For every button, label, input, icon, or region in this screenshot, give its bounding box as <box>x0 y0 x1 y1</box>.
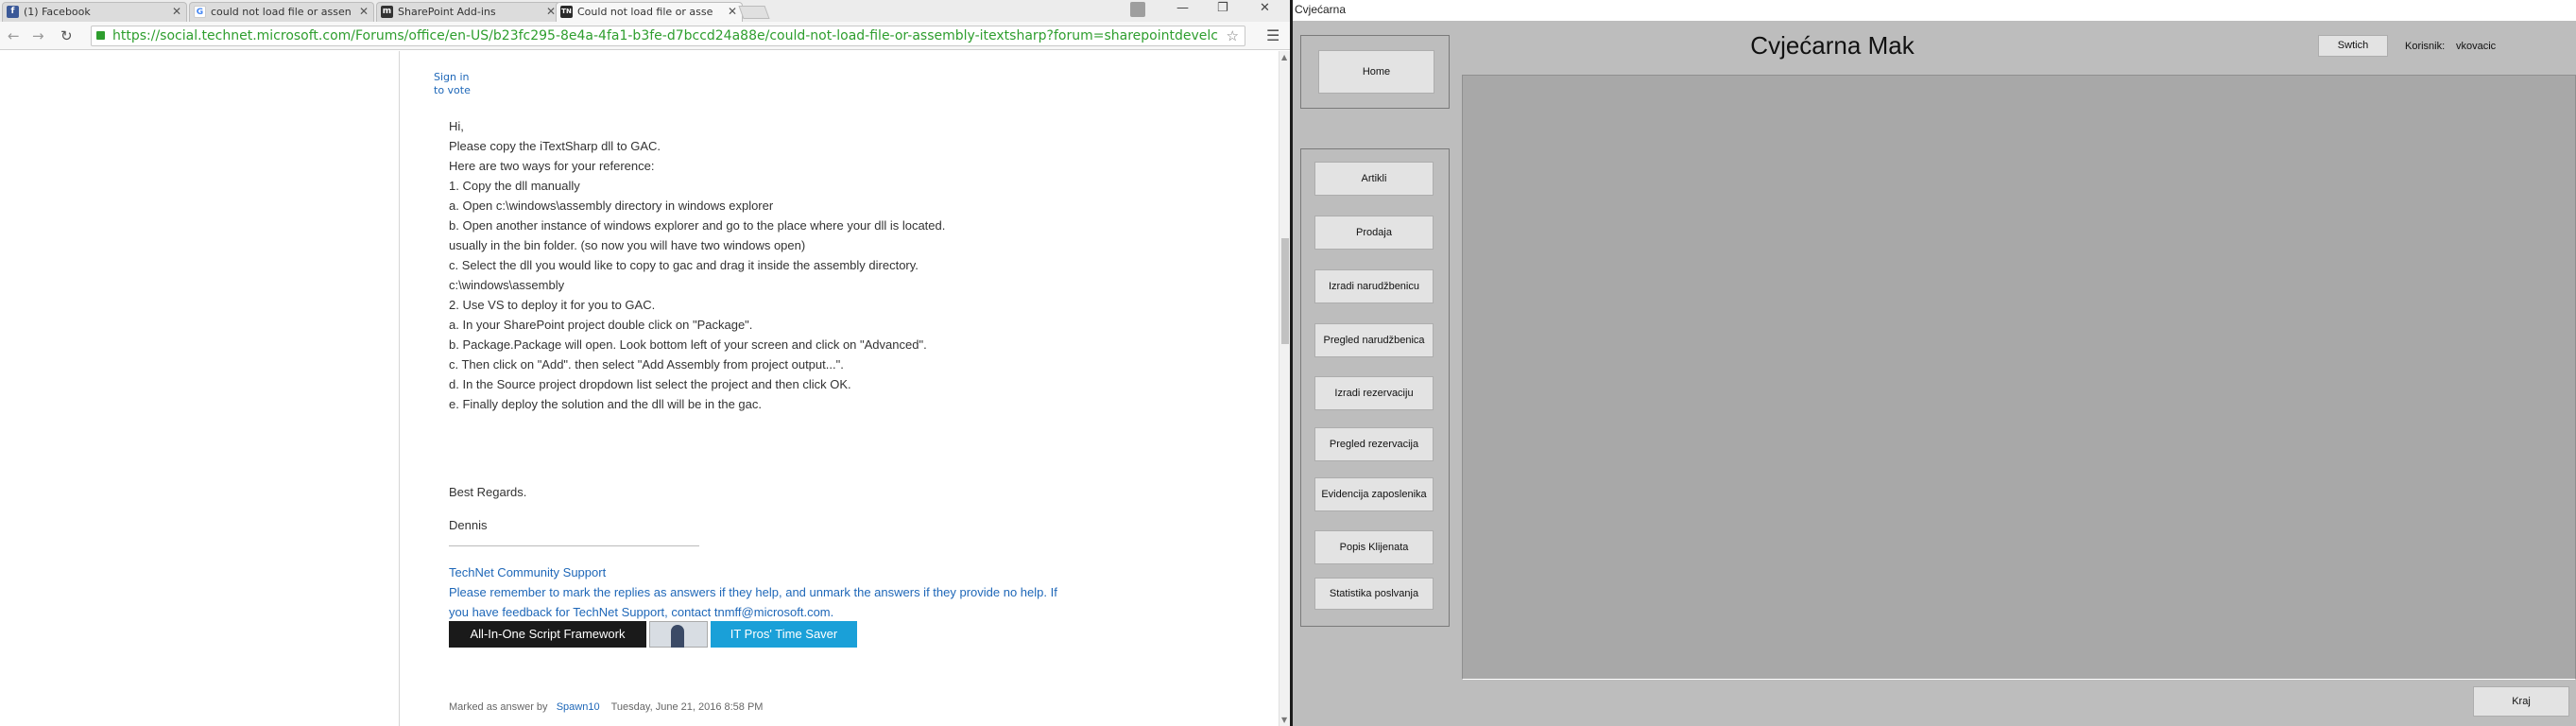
cvjecarna-app-window: Cvjećarna Cvjećarna Mak Swtich Korisnik:… <box>1293 0 2576 726</box>
post-line: b. Open another instance of windows expl… <box>449 218 946 233</box>
switch-button[interactable]: Swtich <box>2318 35 2388 57</box>
marked-label: Marked as answer by <box>449 701 548 713</box>
scroll-thumb[interactable] <box>1281 238 1289 344</box>
user-profile-icon[interactable] <box>1130 2 1145 17</box>
post-line: usually in the bin folder. (so now you w… <box>449 238 806 252</box>
facebook-icon: f <box>7 6 19 18</box>
menu-button-izradi-narudzbenicu[interactable]: Izradi narudžbenicu <box>1314 269 1434 303</box>
scroll-up-icon[interactable]: ▲ <box>1281 53 1287 61</box>
new-tab-button[interactable] <box>738 6 770 19</box>
tab-label: Could not load file or asse <box>577 6 713 18</box>
korisnik-label: Korisnik: <box>2405 41 2446 52</box>
post-line: Please copy the iTextSharp dll to GAC. <box>449 139 661 153</box>
tab-technet[interactable]: TN Could not load file or asse ✕ <box>556 2 743 22</box>
tab-strip: f (1) Facebook ✕ G could not load file o… <box>0 0 1290 22</box>
menu-button-izradi-rezervaciju[interactable]: Izradi rezervaciju <box>1314 376 1434 410</box>
address-bar[interactable]: https://social.technet.microsoft.com/For… <box>91 26 1245 46</box>
post-line: c. Then click on "Add". then select "Add… <box>449 357 844 372</box>
post-line: c:\windows\assembly <box>449 278 565 292</box>
home-button[interactable]: Home <box>1318 50 1434 94</box>
close-icon[interactable]: ✕ <box>728 3 737 21</box>
person-figure <box>671 625 684 648</box>
post-line: c. Select the dll you would like to copy… <box>449 258 919 272</box>
tab-label: (1) Facebook <box>24 6 91 18</box>
exit-button[interactable]: Kraj <box>2473 686 2569 717</box>
close-window-icon[interactable]: ✕ <box>1260 1 1270 15</box>
korisnik-value: vkovacic <box>2456 41 2497 52</box>
signature-title-link[interactable]: TechNet Community Support <box>449 565 606 579</box>
tab-label: could not load file or assen <box>211 6 352 18</box>
app-titlebar: Cvjećarna <box>1293 0 2576 21</box>
signature-divider <box>449 545 699 546</box>
time-saver-banner[interactable]: IT Pros' Time Saver <box>711 621 857 648</box>
msdn-icon: m <box>381 6 393 18</box>
answer-date: Tuesday, June 21, 2016 8:58 PM <box>610 701 764 713</box>
app-heading: Cvjećarna Mak <box>1750 31 1915 60</box>
tab-label: SharePoint Add-ins <box>398 6 496 18</box>
close-icon[interactable]: ✕ <box>359 3 369 21</box>
sign-in-text: Sign in <box>434 71 470 83</box>
post-line: a. In your SharePoint project double cli… <box>449 318 753 332</box>
url-text[interactable]: https://social.technet.microsoft.com/For… <box>112 28 1218 43</box>
restore-icon[interactable]: ❐ <box>1217 1 1228 15</box>
browser-toolbar: ← → ↻ https://social.technet.microsoft.c… <box>0 22 1290 50</box>
post-line: Best Regards. <box>449 485 527 499</box>
menu-button-statistika-poslovanja[interactable]: Statistika poslvanja <box>1314 578 1434 610</box>
post-line: 2. Use VS to deploy it for you to GAC. <box>449 298 656 312</box>
bookmark-star-icon[interactable]: ☆ <box>1227 27 1239 44</box>
technet-icon: TN <box>560 6 573 18</box>
app-window-title: Cvjećarna <box>1295 3 1347 16</box>
menu-button-evidencija-zaposlenika[interactable]: Evidencija zaposlenika <box>1314 477 1434 511</box>
menu-button-pregled-narudzbenica[interactable]: Pregled narudžbenica <box>1314 323 1434 357</box>
post-line: Here are two ways for your reference: <box>449 159 655 173</box>
scroll-down-icon[interactable]: ▼ <box>1281 716 1287 724</box>
post-line: b. Package.Package will open. Look botto… <box>449 337 927 352</box>
marked-as-answer: Marked as answer by Spawn10 Tuesday, Jun… <box>449 701 763 713</box>
close-icon[interactable]: ✕ <box>172 3 181 21</box>
content-panel <box>1462 75 2576 680</box>
tab-google[interactable]: G could not load file or assen ✕ <box>189 2 374 22</box>
forum-post: Sign in to vote Hi, Please copy the iTex… <box>399 51 1279 726</box>
minimize-icon[interactable]: — <box>1176 1 1189 15</box>
post-line: a. Open c:\windows\assembly directory in… <box>449 199 774 213</box>
script-framework-banner[interactable]: All-In-One Script Framework <box>449 621 646 648</box>
signature-line[interactable]: you have feedback for TechNet Support, c… <box>449 605 833 619</box>
signature-line: Please remember to mark the replies as a… <box>449 585 1057 599</box>
reload-icon[interactable]: ↻ <box>60 27 73 44</box>
menu-button-artikli[interactable]: Artikli <box>1314 162 1434 196</box>
post-line: Hi, <box>449 119 464 133</box>
menu-button-popis-klijenata[interactable]: Popis Klijenata <box>1314 530 1434 564</box>
post-line: 1. Copy the dll manually <box>449 179 580 193</box>
menu-button-prodaja[interactable]: Prodaja <box>1314 216 1434 250</box>
post-line: Dennis <box>449 518 488 532</box>
post-line: d. In the Source project dropdown list s… <box>449 377 851 391</box>
to-vote-text: to vote <box>434 84 471 96</box>
vertical-scrollbar[interactable]: ▲ ▼ <box>1279 51 1290 726</box>
back-icon[interactable]: ← <box>8 27 20 44</box>
page-viewport: Sign in to vote Hi, Please copy the iTex… <box>0 51 1279 726</box>
banner-person-image[interactable] <box>649 621 708 648</box>
chrome-menu-icon[interactable]: ☰ <box>1266 26 1279 44</box>
close-icon[interactable]: ✕ <box>546 3 556 21</box>
sign-in-to-vote-link[interactable]: Sign in to vote <box>434 71 471 97</box>
lock-icon <box>96 31 105 40</box>
browser-window: f (1) Facebook ✕ G could not load file o… <box>0 0 1290 726</box>
forward-icon[interactable]: → <box>32 27 44 44</box>
post-line: e. Finally deploy the solution and the d… <box>449 397 762 411</box>
answer-user-link[interactable]: Spawn10 <box>557 701 600 713</box>
google-icon: G <box>194 6 206 18</box>
menu-button-pregled-rezervacija[interactable]: Pregled rezervacija <box>1314 427 1434 461</box>
tab-facebook[interactable]: f (1) Facebook ✕ <box>2 2 187 22</box>
tab-sharepoint[interactable]: m SharePoint Add-ins ✕ <box>376 2 561 22</box>
